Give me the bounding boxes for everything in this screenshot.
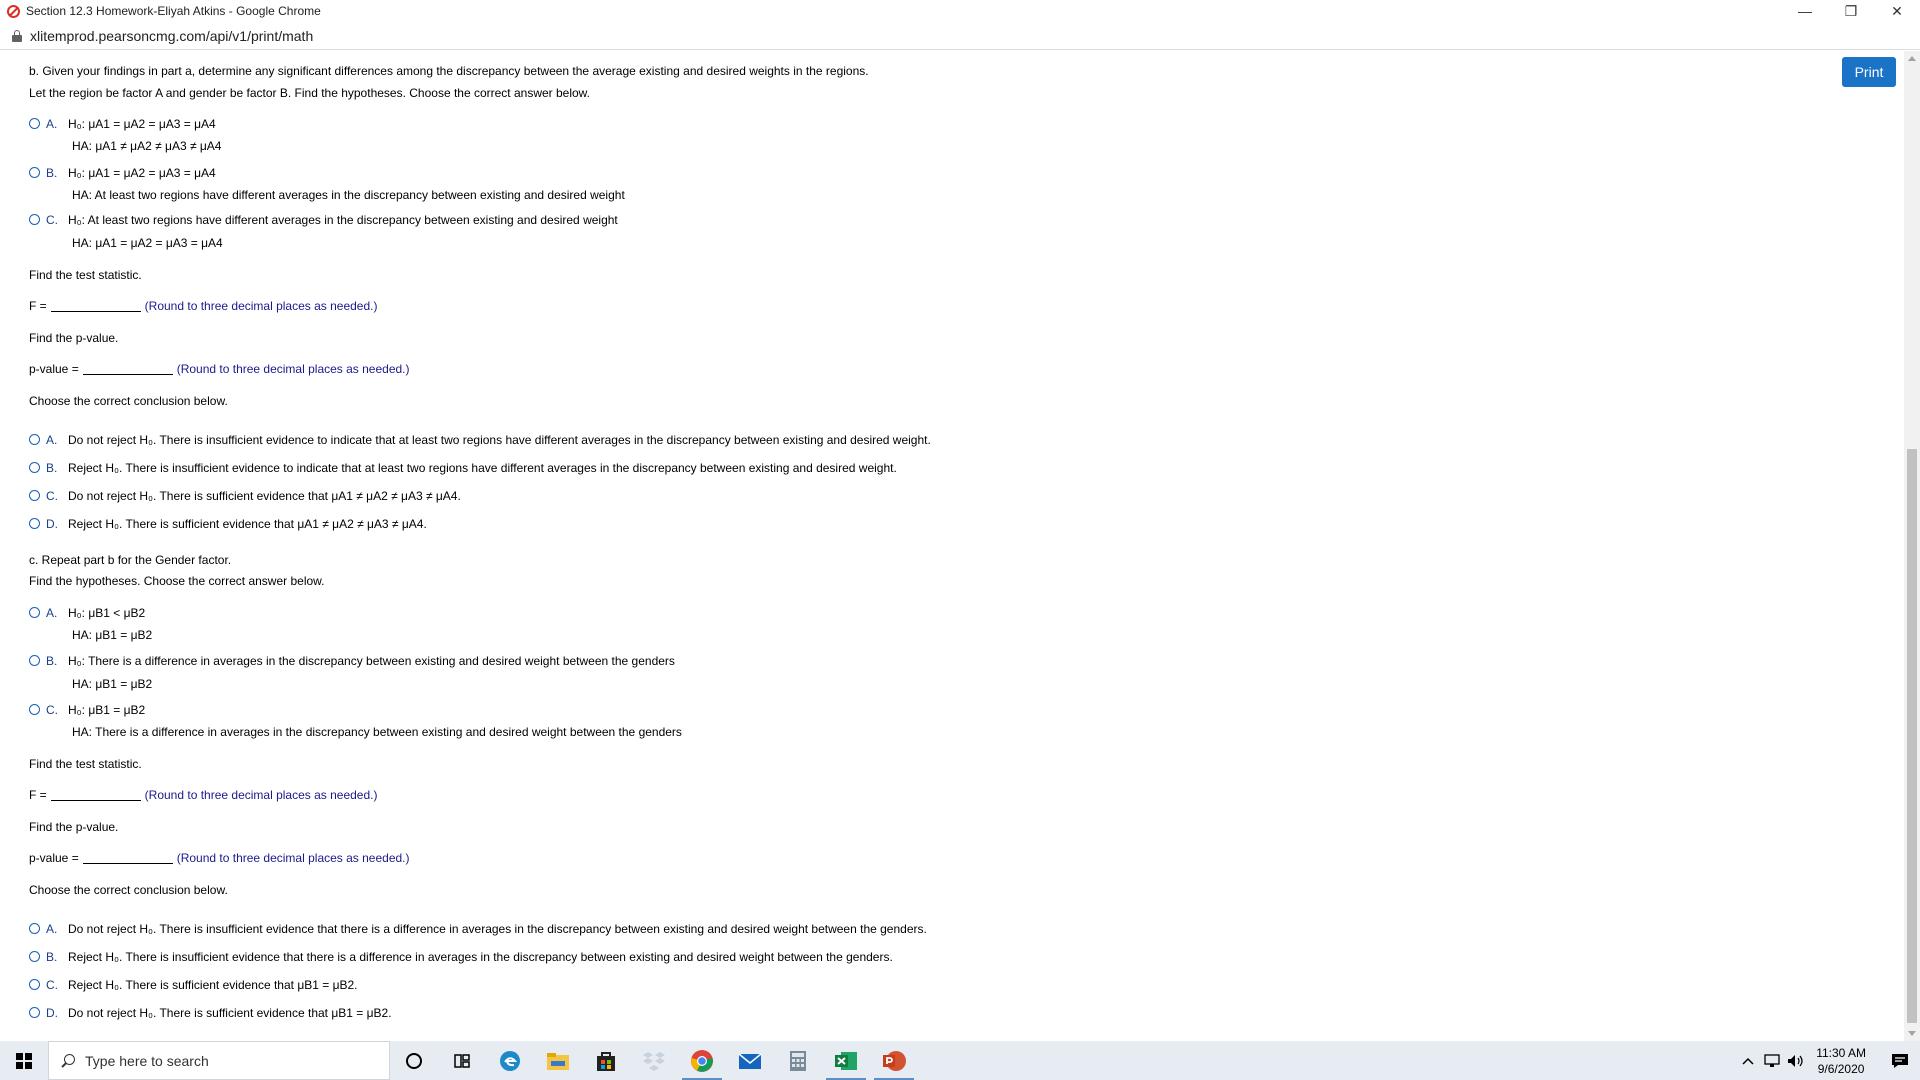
scroll-down-icon[interactable] <box>1908 1031 1916 1036</box>
part-c-hyp-option-a-ha: HA: μB1 = μB2 <box>72 628 153 642</box>
part-c-conclusion-c[interactable]: C. Reject H₀. There is sufficient evidenc… <box>29 978 358 992</box>
radio-button[interactable] <box>29 214 40 225</box>
network-icon[interactable] <box>1760 1041 1784 1080</box>
part-b-hyp-option-b-ha: HA: At least two regions have different … <box>72 188 625 202</box>
window-titlebar: Section 12.3 Homework-Eliyah Atkins - Go… <box>0 0 1920 22</box>
radio-button[interactable] <box>29 655 40 666</box>
part-c-test-stat-prompt: Find the test statistic. <box>29 757 142 771</box>
part-c-conclusion-prompt: Choose the correct conclusion below. <box>29 883 228 897</box>
radio-button[interactable] <box>29 951 40 962</box>
notifications-icon[interactable] <box>1880 1041 1920 1080</box>
vertical-scrollbar[interactable] <box>1904 51 1920 1041</box>
part-c-hyp-option-a[interactable]: A. H₀: μB1 < μB2 <box>29 606 145 620</box>
calculator-icon[interactable] <box>774 1041 822 1080</box>
part-c-instruction: Find the hypotheses. Choose the correct … <box>29 574 325 588</box>
restore-button[interactable]: ❐ <box>1828 0 1874 22</box>
cortana-icon[interactable] <box>390 1041 438 1080</box>
dropbox-icon[interactable] <box>630 1041 678 1080</box>
part-c-hyp-option-b[interactable]: B. H₀: There is a difference in averages … <box>29 654 675 668</box>
radio-button[interactable] <box>29 607 40 618</box>
file-explorer-icon[interactable] <box>534 1041 582 1080</box>
radio-button[interactable] <box>29 518 40 529</box>
start-button[interactable] <box>0 1041 48 1080</box>
part-c-pvalue-prompt: Find the p-value. <box>29 820 119 834</box>
part-b-instruction: Let the region be factor A and gender be… <box>29 86 591 100</box>
radio-button[interactable] <box>29 490 40 501</box>
part-c-hyp-option-c[interactable]: C. H₀: μB1 = μB2 <box>29 703 145 717</box>
search-placeholder: Type here to search <box>85 1052 209 1069</box>
part-b-conclusion-prompt: Choose the correct conclusion below. <box>29 394 228 408</box>
part-b-pvalue-row: p-value = (Round to three decimal places … <box>29 362 410 376</box>
store-icon[interactable] <box>582 1041 630 1080</box>
close-button[interactable]: ✕ <box>1874 0 1920 22</box>
lock-icon[interactable] <box>12 29 22 42</box>
radio-button[interactable] <box>29 979 40 990</box>
system-tray: 11:30 AM 9/6/2020 <box>1736 1041 1920 1080</box>
part-b-conclusion-c[interactable]: C. Do not reject H₀. There is sufficient … <box>29 489 461 503</box>
search-icon <box>61 1053 75 1068</box>
part-c-hyp-option-b-ha: HA: μB1 = μB2 <box>72 677 153 691</box>
radio-button[interactable] <box>29 923 40 934</box>
volume-icon[interactable] <box>1784 1041 1808 1080</box>
part-b-pvalue-prompt: Find the p-value. <box>29 331 119 345</box>
window-controls: — ❐ ✕ <box>1782 0 1920 22</box>
part-c-pvalue-row: p-value = (Round to three decimal places … <box>29 851 410 865</box>
part-c-pvalue-input[interactable] <box>82 851 173 864</box>
window-title: Section 12.3 Homework-Eliyah Atkins - Go… <box>26 4 321 18</box>
mail-icon[interactable] <box>726 1041 774 1080</box>
part-c-conclusion-b[interactable]: B. Reject H₀. There is insufficient evide… <box>29 950 893 964</box>
part-b-test-stat-prompt: Find the test statistic. <box>29 268 142 282</box>
clock-date: 9/6/2020 <box>1817 1061 1865 1076</box>
radio-button[interactable] <box>29 1007 40 1018</box>
scroll-up-icon[interactable] <box>1908 56 1916 61</box>
blocked-icon <box>7 4 20 18</box>
print-button[interactable]: Print <box>1842 57 1896 87</box>
excel-icon[interactable] <box>822 1041 870 1080</box>
part-b-conclusion-b[interactable]: B. Reject H₀. There is insufficient evide… <box>29 461 897 475</box>
url-text[interactable]: xlitemprod.pearsoncmg.com/api/v1/print/m… <box>30 28 313 44</box>
page-content: Print b. Given your findings in part a, … <box>0 51 1904 1041</box>
part-c-conclusion-d[interactable]: D. Do not reject H₀. There is sufficient … <box>29 1006 392 1020</box>
radio-button[interactable] <box>29 704 40 715</box>
edge-icon[interactable] <box>486 1041 534 1080</box>
part-b-hyp-option-a-ha: HA: μA1 ≠ μA2 ≠ μA3 ≠ μA4 <box>72 139 222 153</box>
part-b-hyp-option-a[interactable]: A. H₀: μA1 = μA2 = μA3 = μA4 <box>29 117 216 131</box>
chevron-up-icon[interactable] <box>1736 1041 1760 1080</box>
radio-button[interactable] <box>29 462 40 473</box>
powerpoint-icon[interactable] <box>870 1041 918 1080</box>
part-c-intro: c. Repeat part b for the Gender factor. <box>29 553 232 567</box>
minimize-button[interactable]: — <box>1782 0 1828 22</box>
part-c-hyp-option-c-ha: HA: There is a difference in averages in… <box>72 725 682 739</box>
radio-button[interactable] <box>29 434 40 445</box>
clock-time: 11:30 AM <box>1816 1045 1866 1060</box>
part-b-hyp-option-b[interactable]: B. H₀: μA1 = μA2 = μA3 = μA4 <box>29 166 216 180</box>
address-bar[interactable]: xlitemprod.pearsoncmg.com/api/v1/print/m… <box>0 22 1920 50</box>
part-b-f-row: F = (Round to three decimal places as nee… <box>29 299 378 313</box>
scrollbar-thumb[interactable] <box>1907 449 1917 1023</box>
radio-button[interactable] <box>29 118 40 129</box>
taskbar-search[interactable]: Type here to search <box>48 1041 390 1080</box>
radio-button[interactable] <box>29 167 40 178</box>
part-c-f-row: F = (Round to three decimal places as nee… <box>29 788 378 802</box>
task-view-icon[interactable] <box>438 1041 486 1080</box>
part-b-f-input[interactable] <box>50 299 141 312</box>
part-b-conclusion-d[interactable]: D. Reject H₀. There is sufficient evidenc… <box>29 517 427 531</box>
part-b-hyp-option-c-ha: HA: μA1 = μA2 = μA3 = μA4 <box>72 236 223 250</box>
part-b-pvalue-input[interactable] <box>82 362 173 375</box>
part-b-conclusion-a[interactable]: A. Do not reject H₀. There is insufficien… <box>29 433 931 447</box>
taskbar: Type here to search 11:30 AM 9/6/2020 <box>0 1041 1920 1080</box>
windows-icon <box>16 1052 32 1069</box>
chrome-icon[interactable] <box>678 1041 726 1080</box>
part-c-conclusion-a[interactable]: A. Do not reject H₀. There is insufficien… <box>29 922 927 936</box>
clock[interactable]: 11:30 AM 9/6/2020 <box>1816 1045 1866 1077</box>
part-b-hyp-option-c[interactable]: C. H₀: At least two regions have differen… <box>29 213 618 227</box>
part-b-intro: b. Given your findings in part a, determ… <box>29 64 869 78</box>
part-c-f-input[interactable] <box>50 788 141 801</box>
